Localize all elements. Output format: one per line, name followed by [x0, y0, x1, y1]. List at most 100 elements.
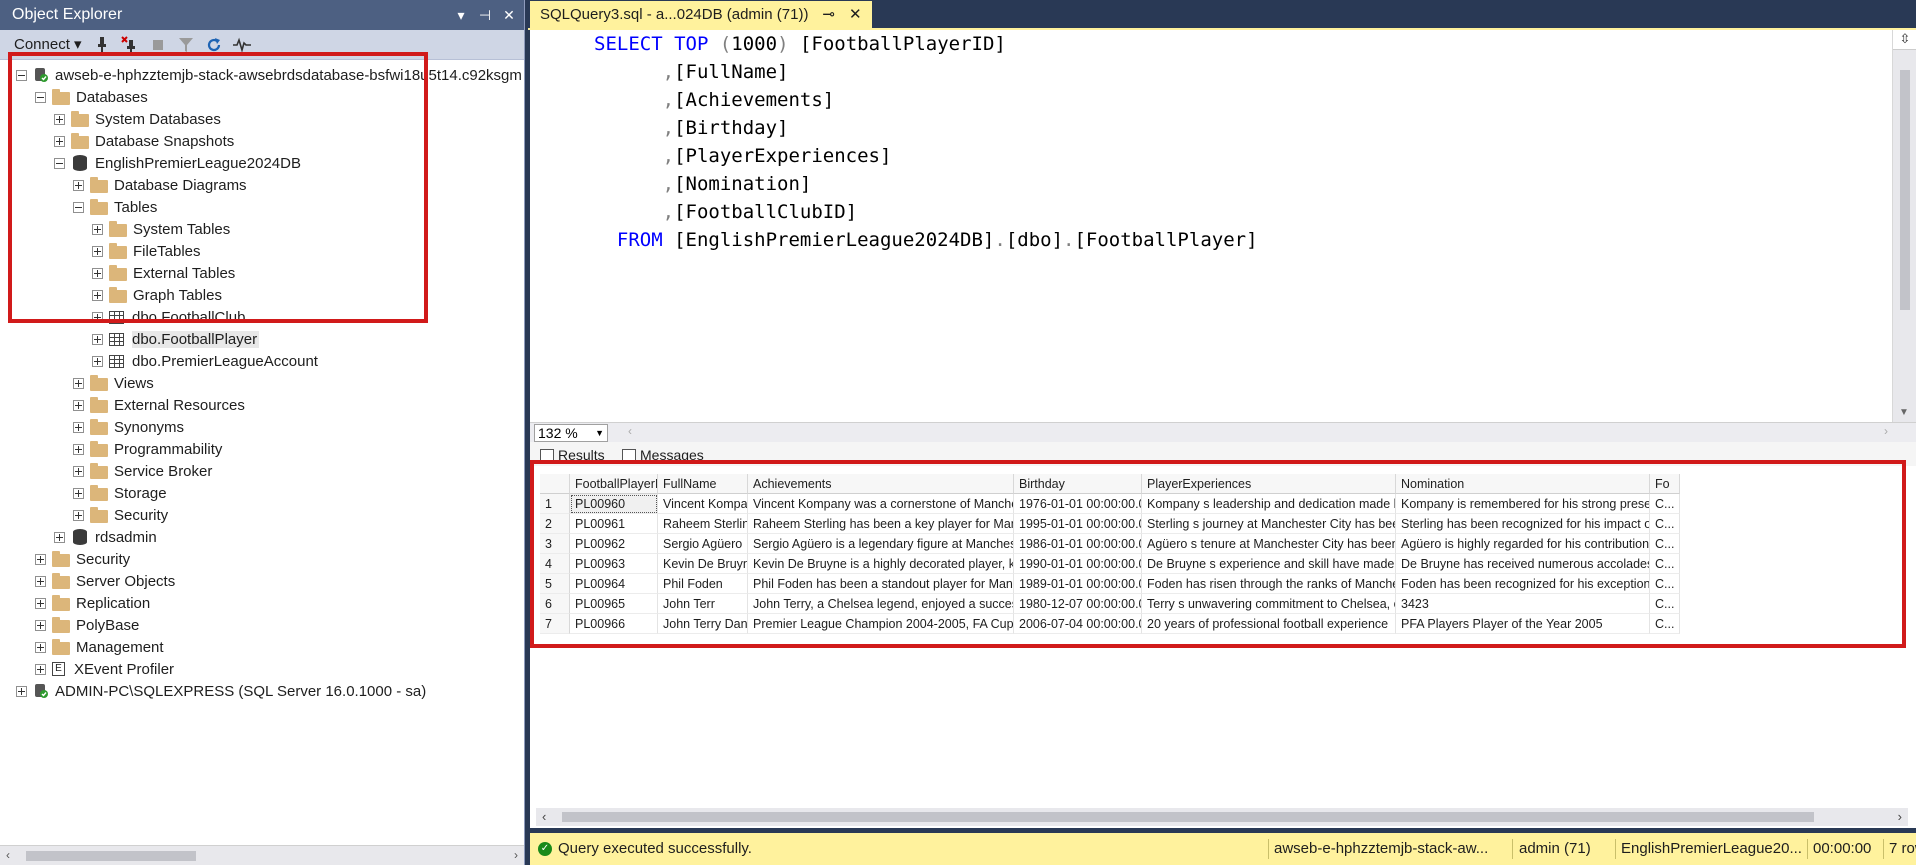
expand-icon[interactable]: [92, 355, 103, 367]
row-number[interactable]: 7: [540, 614, 570, 634]
tree-node[interactable]: External Tables: [92, 262, 235, 284]
expand-icon[interactable]: [73, 509, 84, 521]
tree-node[interactable]: FileTables: [92, 240, 201, 262]
row-number[interactable]: 1: [540, 494, 570, 514]
expand-icon[interactable]: [73, 421, 84, 433]
table-cell[interactable]: PL00962: [570, 534, 658, 554]
results-horizontal-scrollbar[interactable]: ‹ ›: [536, 808, 1908, 826]
table-cell[interactable]: Phil Foden: [658, 574, 748, 594]
table-cell[interactable]: 3423: [1396, 594, 1650, 614]
tree-node[interactable]: Database Diagrams: [73, 174, 247, 196]
table-cell[interactable]: Phil Foden has been a standout player fo…: [748, 574, 1014, 594]
chevron-down-icon[interactable]: ▼: [595, 425, 604, 441]
expand-icon[interactable]: [35, 597, 46, 609]
table-cell[interactable]: Kevin De Bruyne is a highly decorated pl…: [748, 554, 1014, 574]
sql-code[interactable]: SELECT TOP (1000) [FootballPlayerID] ,[F…: [594, 30, 1258, 254]
scrollbar-thumb[interactable]: [562, 812, 1814, 822]
collapse-icon[interactable]: [54, 157, 65, 169]
table-cell[interactable]: Agüero s tenure at Manchester City has b…: [1142, 534, 1396, 554]
table-cell[interactable]: Sergio Agüero is a legendary figure at M…: [748, 534, 1014, 554]
table-cell[interactable]: PL00963: [570, 554, 658, 574]
expand-icon[interactable]: [92, 333, 103, 345]
disconnect-icon[interactable]: [118, 33, 142, 57]
object-explorer-horizontal-scrollbar[interactable]: ‹ ›: [0, 845, 524, 865]
table-cell[interactable]: Foden has risen through the ranks of Man…: [1142, 574, 1396, 594]
filter-icon[interactable]: [174, 33, 198, 57]
window-position-dropdown-icon[interactable]: ▾: [450, 0, 472, 30]
tree-node[interactable]: Replication: [35, 592, 150, 614]
tree-node[interactable]: dbo.PremierLeagueAccount: [92, 350, 318, 372]
column-header[interactable]: Fo: [1650, 474, 1680, 494]
table-cell[interactable]: C...: [1650, 514, 1680, 534]
tree-node[interactable]: ADMIN-PC\SQLEXPRESS (SQL Server 16.0.100…: [16, 680, 426, 702]
table-cell[interactable]: PL00964: [570, 574, 658, 594]
expand-icon[interactable]: [35, 575, 46, 587]
column-header[interactable]: FootballPlayerID: [570, 474, 658, 494]
expand-icon[interactable]: [35, 619, 46, 631]
tree-node[interactable]: dbo.FootballClub: [92, 306, 245, 328]
table-cell[interactable]: 1995-01-01 00:00:00.000: [1014, 514, 1142, 534]
scrollbar-thumb[interactable]: [1900, 70, 1910, 310]
table-cell[interactable]: 1989-01-01 00:00:00.000: [1014, 574, 1142, 594]
tree-node[interactable]: Tables: [73, 196, 157, 218]
scroll-right-icon[interactable]: ›: [1884, 424, 1888, 438]
table-cell[interactable]: 2006-07-04 00:00:00.000: [1014, 614, 1142, 634]
collapse-icon[interactable]: [16, 69, 27, 81]
table-cell[interactable]: PL00960: [570, 494, 658, 514]
table-cell[interactable]: Raheem Sterling: [658, 514, 748, 534]
table-cell[interactable]: C...: [1650, 554, 1680, 574]
activity-monitor-icon[interactable]: [230, 33, 254, 57]
tree-node[interactable]: Programmability: [73, 438, 222, 460]
tree-node[interactable]: Service Broker: [73, 460, 212, 482]
column-header[interactable]: PlayerExperiences: [1142, 474, 1396, 494]
table-cell[interactable]: Kevin De Bruyne: [658, 554, 748, 574]
tree-node[interactable]: Security: [35, 548, 130, 570]
tab-messages[interactable]: Messages: [618, 445, 704, 466]
table-cell[interactable]: Sergio Agüero: [658, 534, 748, 554]
table-cell[interactable]: John Terry, a Chelsea legend, enjoyed a …: [748, 594, 1014, 614]
tree-node[interactable]: Database Snapshots: [54, 130, 234, 152]
table-cell[interactable]: Agüero is highly regarded for his contri…: [1396, 534, 1650, 554]
table-cell[interactable]: 1986-01-01 00:00:00.000: [1014, 534, 1142, 554]
table-cell[interactable]: C...: [1650, 494, 1680, 514]
expand-icon[interactable]: [16, 685, 27, 697]
table-cell[interactable]: Kompany s leadership and dedication made…: [1142, 494, 1396, 514]
close-tab-icon[interactable]: ✕: [849, 1, 862, 29]
expand-icon[interactable]: [92, 289, 103, 301]
tree-node[interactable]: Graph Tables: [92, 284, 222, 306]
row-number[interactable]: 5: [540, 574, 570, 594]
column-header[interactable]: Birthday: [1014, 474, 1142, 494]
table-cell[interactable]: Terry s unwavering commitment to Chelsea…: [1142, 594, 1396, 614]
expand-icon[interactable]: [73, 487, 84, 499]
row-number[interactable]: 6: [540, 594, 570, 614]
collapse-icon[interactable]: [35, 91, 46, 103]
expand-icon[interactable]: [35, 553, 46, 565]
table-cell[interactable]: 1990-01-01 00:00:00.000: [1014, 554, 1142, 574]
expand-icon[interactable]: [35, 663, 46, 675]
tree-node[interactable]: System Tables: [92, 218, 230, 240]
stop-icon[interactable]: [146, 33, 170, 57]
table-cell[interactable]: 1980-12-07 00:00:00.000: [1014, 594, 1142, 614]
zoom-select[interactable]: 132 % ▼: [534, 424, 608, 442]
expand-icon[interactable]: [35, 641, 46, 653]
tab-results[interactable]: Results: [536, 445, 605, 466]
tree-node[interactable]: Server Objects: [35, 570, 175, 592]
table-cell[interactable]: PL00966: [570, 614, 658, 634]
expand-icon[interactable]: [73, 377, 84, 389]
collapse-icon[interactable]: [73, 201, 84, 213]
expand-icon[interactable]: [54, 531, 65, 543]
scroll-down-icon[interactable]: ▼: [1899, 407, 1909, 418]
table-cell[interactable]: Sterling has been recognized for his imp…: [1396, 514, 1650, 534]
connect-button[interactable]: Connect ▾: [10, 33, 86, 57]
tree-node[interactable]: System Databases: [54, 108, 221, 130]
scroll-right-icon[interactable]: ›: [514, 848, 518, 862]
expand-icon[interactable]: [92, 245, 103, 257]
table-cell[interactable]: Sterling s journey at Manchester City ha…: [1142, 514, 1396, 534]
table-cell[interactable]: 20 years of professional football experi…: [1142, 614, 1396, 634]
row-number[interactable]: 3: [540, 534, 570, 554]
table-cell[interactable]: Premier League Champion 2004-2005, FA Cu…: [748, 614, 1014, 634]
connect-icon[interactable]: [90, 33, 114, 57]
auto-hide-pin-icon[interactable]: ⊣: [474, 0, 496, 30]
expand-icon[interactable]: [92, 311, 103, 323]
tree-node[interactable]: E XEvent Profiler: [35, 658, 174, 680]
